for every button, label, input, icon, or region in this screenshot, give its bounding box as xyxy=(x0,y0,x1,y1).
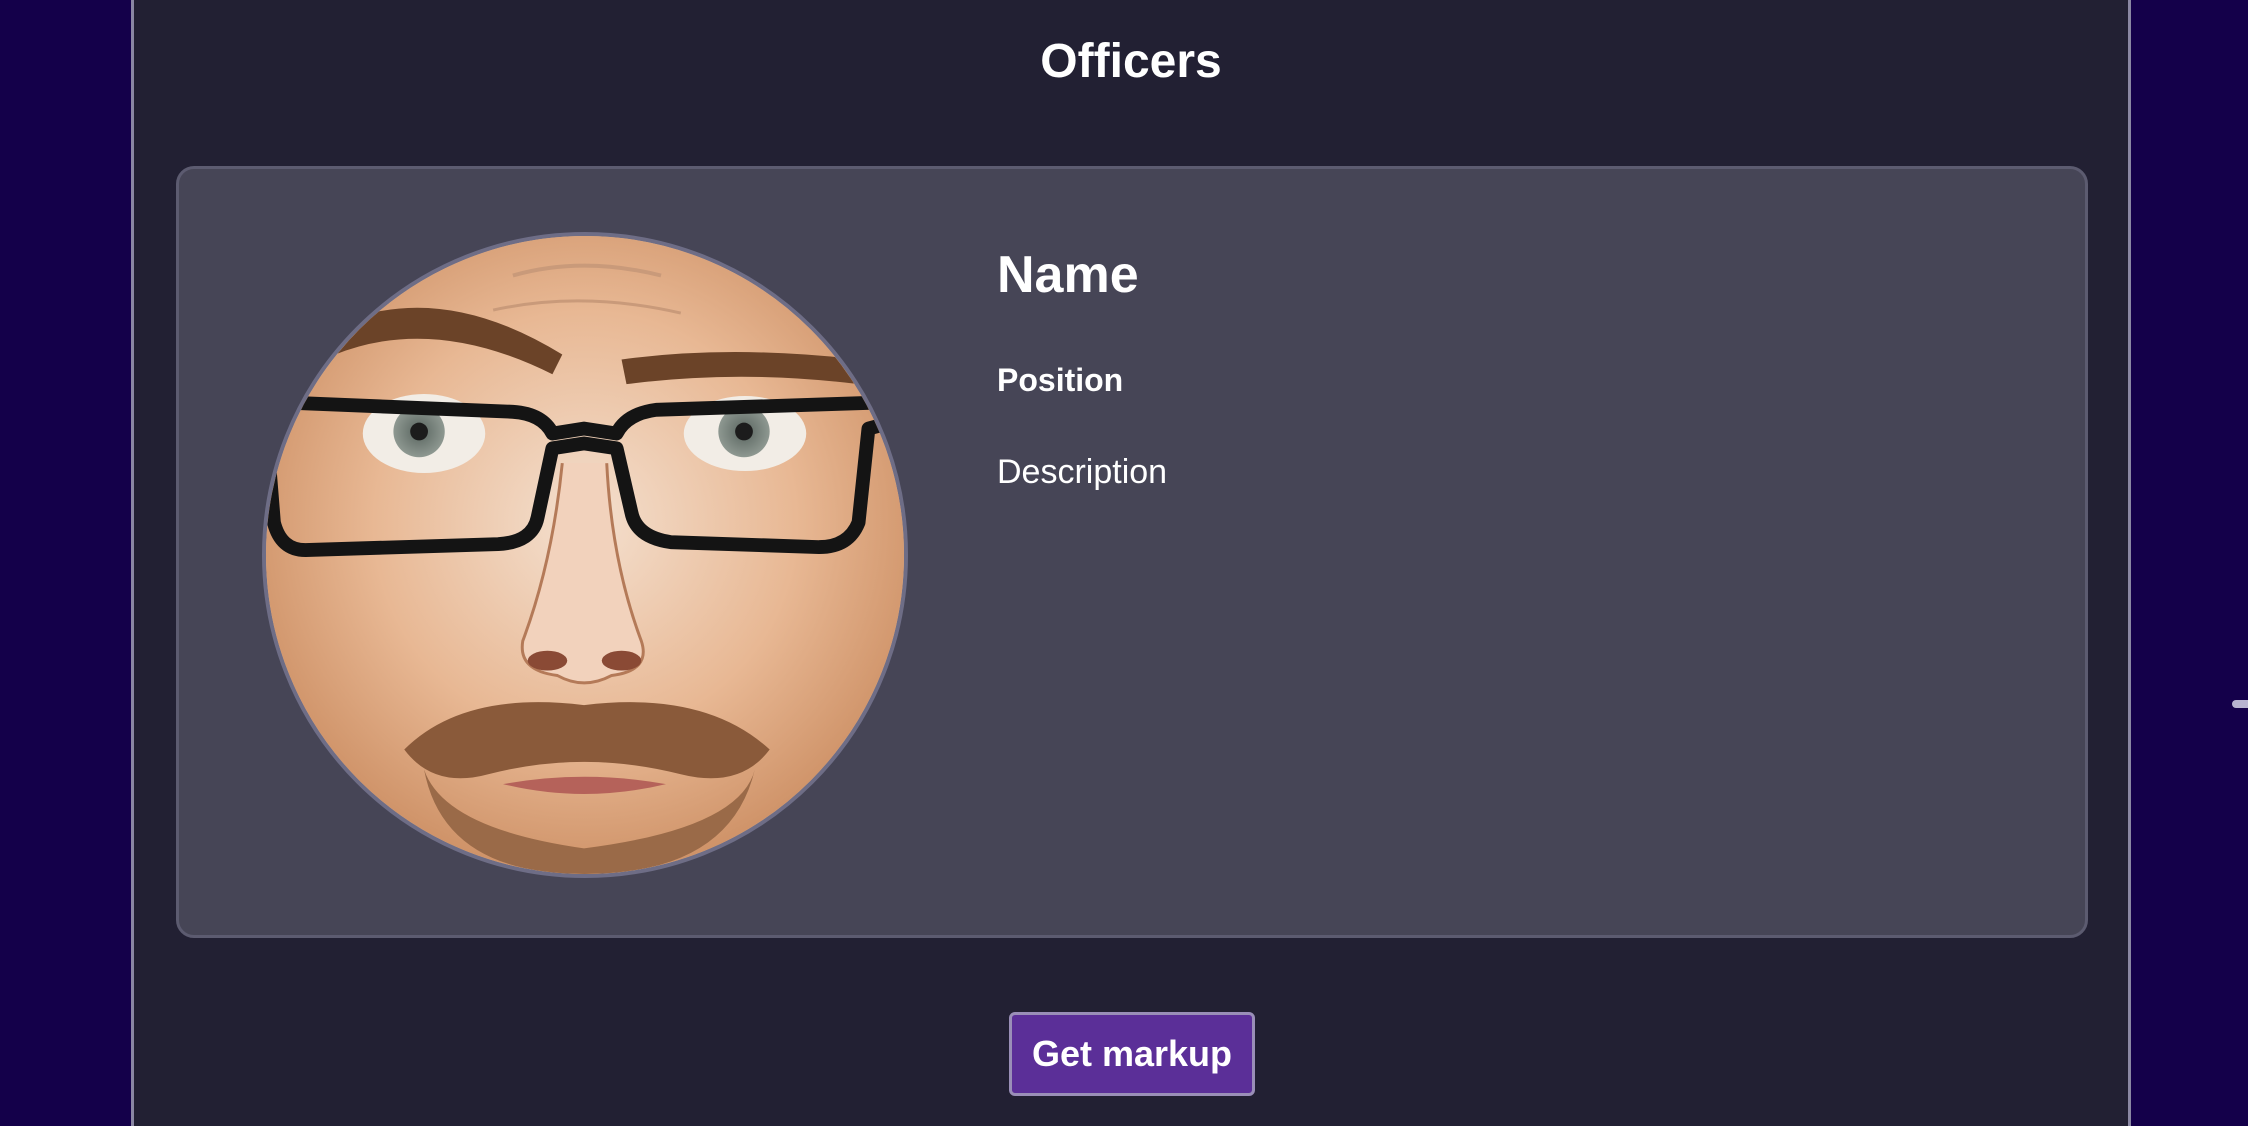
officers-panel: Officers Name Position Description Get m… xyxy=(131,0,2131,1126)
officer-photo xyxy=(262,232,908,878)
officer-position: Position xyxy=(997,362,1124,399)
page-title: Officers xyxy=(1040,35,1222,88)
face-illustration xyxy=(266,236,904,874)
officer-name: Name xyxy=(997,246,1139,304)
get-markup-button[interactable]: Get markup xyxy=(1009,1012,1255,1096)
scroll-edge-marker xyxy=(2232,700,2248,708)
officer-description: Description xyxy=(997,453,1168,492)
officer-card: Name Position Description xyxy=(176,166,2088,938)
officer-details: Name Position Description xyxy=(997,246,1168,492)
